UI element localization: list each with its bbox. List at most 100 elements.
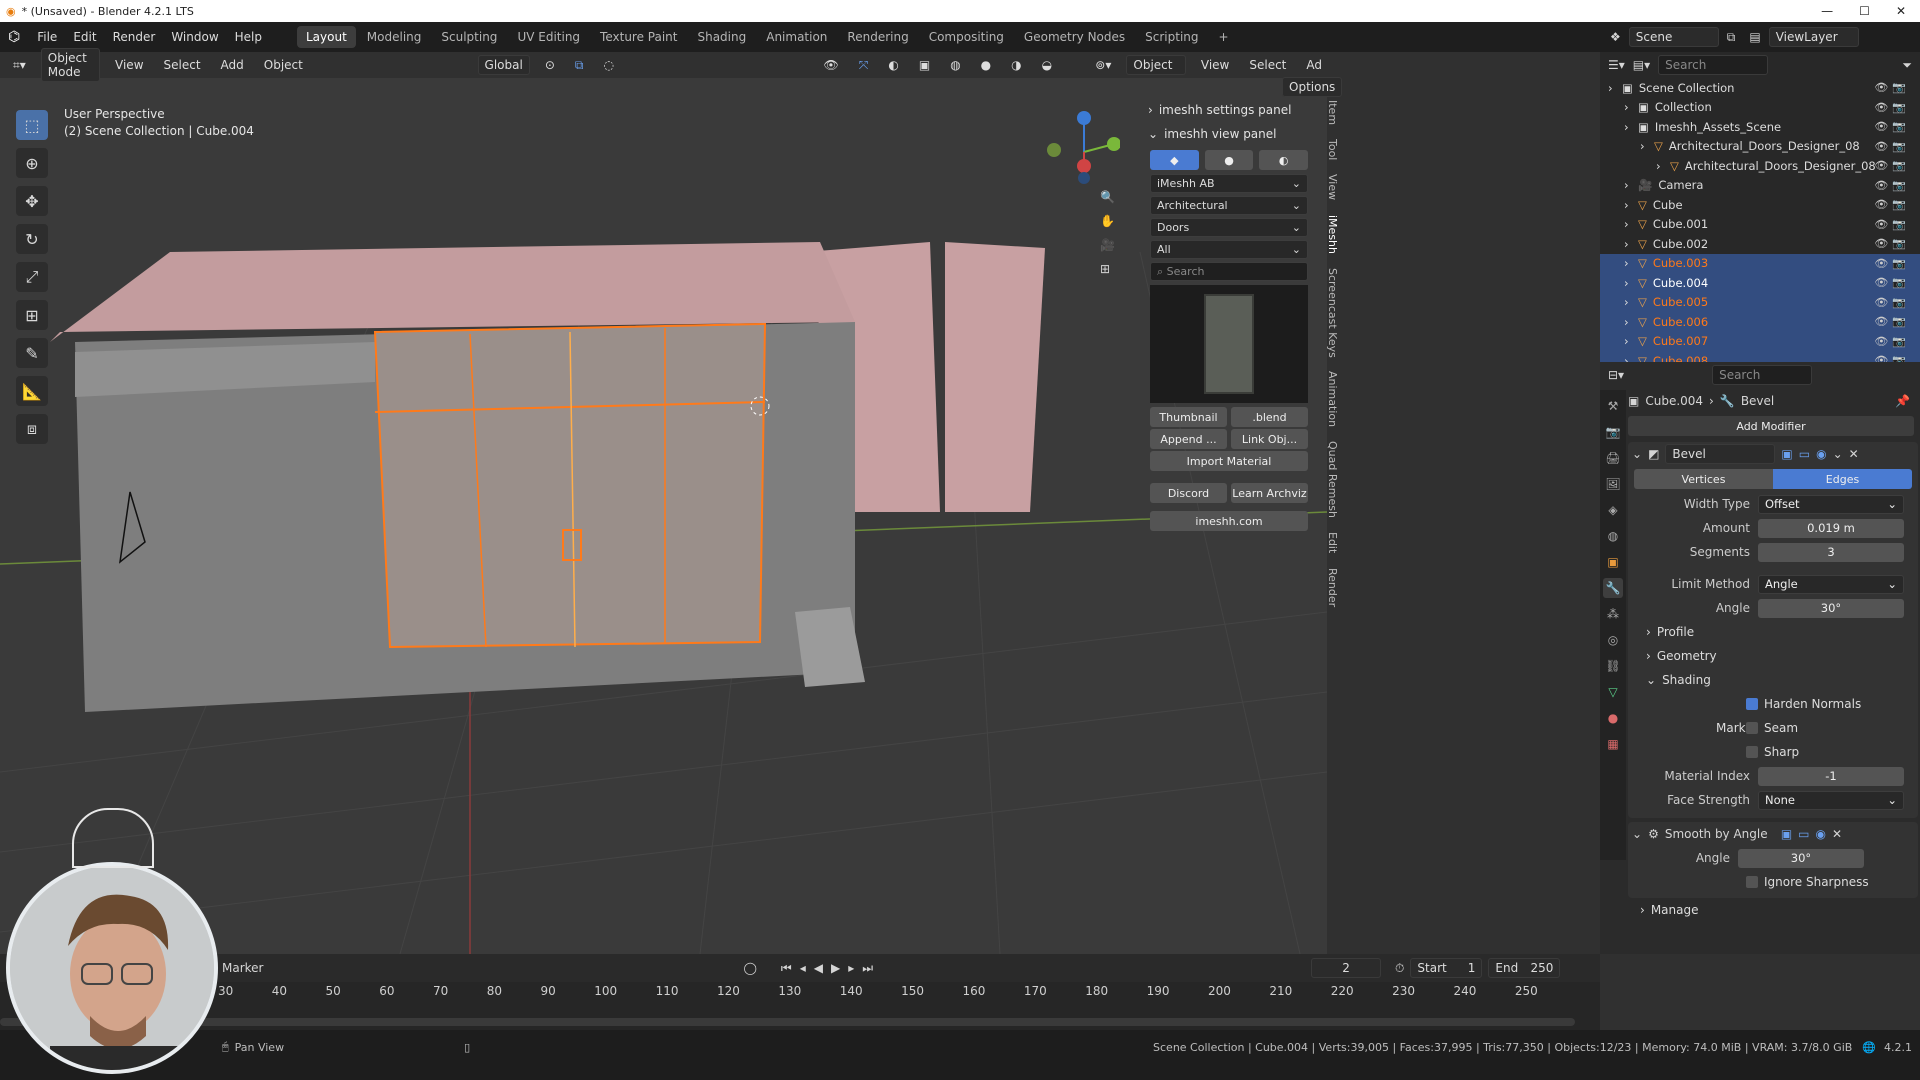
outliner-row[interactable]: › ▣ Imeshh_Assets_Scene 👁📷 [1600, 117, 1920, 137]
right-menu-add[interactable]: Ad [1301, 56, 1327, 74]
append-button[interactable]: Append ... [1150, 429, 1227, 449]
zoom-icon[interactable]: 🔍 [1100, 190, 1115, 204]
expand-chevron-icon[interactable]: › [1624, 295, 1638, 309]
visibility-toggle-icon[interactable]: 👁📷 [1874, 81, 1910, 94]
outliner-row[interactable]: › ▽ Cube.006 👁📷 [1600, 312, 1920, 332]
marker-menu[interactable]: Marker [222, 961, 263, 975]
pin-icon[interactable]: 📌 [1895, 394, 1910, 408]
tab-uv-editing[interactable]: UV Editing [508, 26, 589, 48]
subcategory-dropdown[interactable]: Doors ⌄ [1150, 218, 1308, 237]
tab-scripting[interactable]: Scripting [1136, 26, 1207, 48]
blender-menu-icon[interactable]: ⌬ [8, 29, 20, 45]
properties-editor-icon[interactable]: ⊟▾ [1608, 368, 1624, 382]
scene-props-icon[interactable]: ◈ [1603, 500, 1623, 520]
maximize-icon[interactable]: ☐ [1859, 4, 1870, 18]
transform-orientation-dropdown[interactable]: Global [477, 55, 530, 75]
close-icon[interactable]: ✕ [1896, 4, 1906, 18]
material-props-icon[interactable]: ● [1603, 708, 1623, 728]
scale-tool-icon[interactable]: ⤢ [16, 262, 48, 292]
view-panel-header[interactable]: ⌄ imeshh view panel [1142, 122, 1316, 146]
shading-subpanel[interactable]: ⌄ Shading [1628, 668, 1918, 692]
width-type-dropdown[interactable]: Offset ⌄ [1758, 494, 1904, 514]
bevel-name-field[interactable]: Bevel [1665, 444, 1776, 464]
record-icon[interactable]: ◯ [743, 961, 756, 975]
tab-item[interactable]: Item [1326, 100, 1339, 125]
modifier-props-icon[interactable]: 🔧 [1603, 578, 1623, 598]
render-props-icon[interactable]: 📷 [1603, 422, 1623, 442]
edges-toggle[interactable]: Edges [1773, 469, 1912, 489]
particles-props-icon[interactable]: ⁂ [1603, 604, 1623, 624]
minimize-icon[interactable]: — [1821, 4, 1833, 18]
transform-tool-icon[interactable]: ⊞ [16, 300, 48, 330]
viewport-toggle-icon[interactable]: ▭ [1799, 447, 1810, 461]
vp-menu-object[interactable]: Object [259, 56, 308, 74]
visibility-toggle-icon[interactable]: 👁📷 [1874, 159, 1910, 172]
outliner-row[interactable]: › ▽ Cube.002 👁📷 [1600, 234, 1920, 254]
outliner-row[interactable]: › 🎥 Camera 👁📷 [1600, 176, 1920, 196]
tab-edit[interactable]: Edit [1326, 532, 1339, 553]
smooth-name-label[interactable]: Smooth by Angle [1665, 827, 1775, 841]
visibility-toggle-icon[interactable]: 👁📷 [1874, 237, 1910, 250]
library-dropdown[interactable]: iMeshh AB ⌄ [1150, 174, 1308, 193]
expand-chevron-icon[interactable]: › [1624, 100, 1638, 114]
add-cube-tool-icon[interactable]: ⧈ [16, 414, 48, 444]
tab-tool[interactable]: Tool [1326, 139, 1339, 160]
add-workspace-icon[interactable]: + [1210, 26, 1238, 48]
menu-window[interactable]: Window [164, 28, 225, 46]
tab-shading[interactable]: Shading [688, 26, 755, 48]
viewlayer-dropdown[interactable]: ViewLayer [1768, 27, 1859, 47]
ortho-grid-icon[interactable]: ⊞ [1100, 262, 1115, 276]
discord-button[interactable]: Discord [1150, 483, 1227, 503]
cursor-tool-icon[interactable]: ⊕ [16, 148, 48, 178]
filter-icon[interactable]: ⏷ [1902, 58, 1920, 73]
hdri-tab-icon[interactable]: ◐ [1259, 150, 1309, 170]
vp-menu-view[interactable]: View [110, 56, 148, 74]
tab-view[interactable]: View [1326, 174, 1339, 200]
visibility-toggle-icon[interactable]: 👁📷 [1874, 335, 1910, 348]
expand-chevron-icon[interactable]: › [1624, 237, 1638, 251]
outliner-row[interactable]: › ▽ Cube.005 👁📷 [1600, 292, 1920, 312]
segments-field[interactable]: 3 [1758, 542, 1904, 562]
select-box-tool-icon[interactable]: ⬚ [16, 110, 48, 140]
visibility-toggle-icon[interactable]: 👁📷 [1874, 140, 1910, 153]
tab-compositing[interactable]: Compositing [920, 26, 1013, 48]
visibility-toggle-icon[interactable]: 👁📷 [1874, 296, 1910, 309]
outliner-row[interactable]: › ▽ Cube.004 👁📷 [1600, 273, 1920, 293]
visibility-toggle-icon[interactable]: 👁📷 [1874, 257, 1910, 270]
ignore-sharpness-checkbox[interactable]: Ignore Sharpness [1628, 870, 1918, 894]
display-mode-icon[interactable]: ▤▾ [1633, 58, 1650, 72]
tab-sculpting[interactable]: Sculpting [432, 26, 506, 48]
tab-screencast-keys[interactable]: Screencast Keys [1326, 268, 1339, 358]
angle-field[interactable]: 30° [1758, 598, 1904, 618]
visibility-toggle-icon[interactable]: 👁📷 [1874, 179, 1910, 192]
constraints-props-icon[interactable]: ⛓ [1603, 656, 1623, 676]
visibility-toggle-icon[interactable]: 👁📷 [1874, 276, 1910, 289]
render-toggle-icon[interactable]: ◉ [1816, 447, 1826, 461]
object-props-icon[interactable]: ▣ [1603, 552, 1623, 572]
expand-chevron-icon[interactable]: › [1624, 217, 1638, 231]
remove-modifier-icon[interactable]: ✕ [1849, 447, 1859, 461]
outliner-row[interactable]: › ▣ Collection 👁📷 [1600, 98, 1920, 118]
asset-search-input[interactable]: ⌕ Search [1150, 262, 1308, 281]
expand-chevron-icon[interactable]: › [1624, 198, 1638, 212]
gizmo-icon[interactable]: ⤧ [854, 56, 874, 75]
annotate-tool-icon[interactable]: ✎ [16, 338, 48, 368]
menu-edit[interactable]: Edit [66, 28, 103, 46]
face-strength-dropdown[interactable]: None ⌄ [1758, 790, 1904, 810]
menu-file[interactable]: File [30, 28, 64, 46]
texture-props-icon[interactable]: ▦ [1603, 734, 1623, 754]
tab-rendering[interactable]: Rendering [838, 26, 917, 48]
shading-rendered-icon[interactable]: ◒ [1037, 56, 1057, 74]
expand-chevron-icon[interactable]: › [1656, 159, 1670, 173]
right-mode-dropdown[interactable]: Object [1126, 55, 1186, 75]
outliner-row[interactable]: › ▽ Cube.003 👁📷 [1600, 253, 1920, 273]
expand-chevron-icon[interactable]: › [1608, 81, 1622, 95]
mode-dropdown[interactable]: Object Mode [40, 48, 101, 82]
tab-geometry-nodes[interactable]: Geometry Nodes [1015, 26, 1134, 48]
models-tab-icon[interactable]: ◆ [1150, 150, 1199, 170]
seam-checkbox[interactable] [1746, 722, 1758, 734]
right-menu-select[interactable]: Select [1244, 56, 1291, 74]
outliner-editor-icon[interactable]: ☰▾ [1608, 58, 1625, 72]
visibility-toggle-icon[interactable]: 👁📷 [1874, 198, 1910, 211]
end-frame-field[interactable]: End 250 [1488, 958, 1561, 978]
